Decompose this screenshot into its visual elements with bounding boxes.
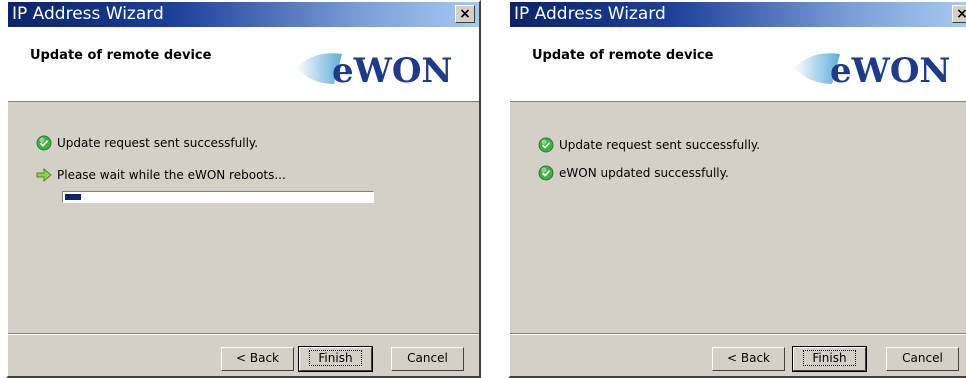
status-line: Please wait while the eWON reboots... [36, 167, 286, 183]
cancel-button[interactable]: Cancel [886, 347, 959, 371]
wizard-header: Update of remote device eWON [8, 27, 479, 102]
finish-button[interactable]: Finish [298, 346, 373, 372]
finish-label: Finish [309, 350, 362, 366]
finish-button[interactable]: Finish [792, 346, 867, 372]
back-label: < Back [726, 351, 770, 365]
title-bar: IP Address Wizard × [510, 2, 966, 27]
wizard-header: Update of remote device eWON [510, 27, 966, 102]
back-label: < Back [235, 351, 279, 365]
status-line: eWON updated successfully. [538, 165, 729, 181]
status-text: Update request sent successfully. [57, 136, 259, 150]
progress-fill [65, 194, 81, 200]
wizard-window-complete: IP Address Wizard × Update of remote dev… [508, 0, 966, 378]
status-line: Update request sent successfully. [36, 135, 258, 151]
close-icon: × [459, 6, 471, 22]
status-text: Please wait while the eWON reboots... [57, 168, 286, 182]
check-circle-icon [538, 165, 554, 181]
close-button[interactable]: × [952, 5, 966, 23]
right-arrow-icon [36, 167, 52, 183]
cancel-label: Cancel [902, 351, 943, 365]
footer-divider [8, 333, 479, 335]
close-icon: × [956, 6, 966, 22]
check-circle-icon [36, 135, 52, 151]
status-text: eWON updated successfully. [559, 166, 729, 180]
ewon-logo: eWON [296, 51, 453, 91]
back-button[interactable]: < Back [221, 347, 294, 371]
page-title: Update of remote device [30, 48, 212, 63]
check-circle-icon [538, 137, 554, 153]
status-text: Update request sent successfully. [559, 138, 761, 152]
ewon-logo: eWON [794, 51, 951, 91]
window-title: IP Address Wizard [12, 4, 164, 24]
logo-text: eWON [332, 51, 453, 91]
logo-text: eWON [830, 51, 951, 91]
finish-label: Finish [803, 350, 856, 366]
status-line: Update request sent successfully. [538, 137, 760, 153]
window-title: IP Address Wizard [514, 4, 666, 24]
title-bar: IP Address Wizard × [8, 2, 479, 27]
footer-divider [510, 333, 966, 335]
wizard-window-updating: IP Address Wizard × Update of remote dev… [6, 0, 481, 378]
back-button[interactable]: < Back [712, 347, 785, 371]
close-button[interactable]: × [455, 5, 475, 23]
page-title: Update of remote device [532, 48, 714, 63]
progress-bar [62, 191, 374, 203]
cancel-button[interactable]: Cancel [391, 347, 464, 371]
cancel-label: Cancel [407, 351, 448, 365]
